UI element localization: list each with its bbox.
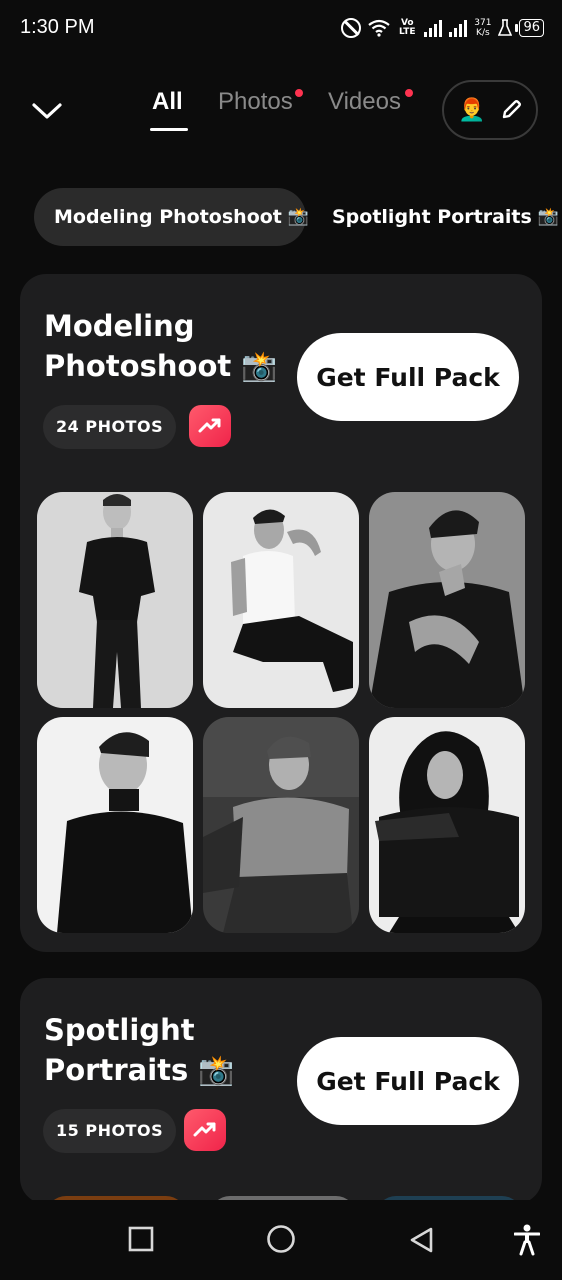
chevron-down-icon[interactable]	[30, 94, 64, 128]
trending-up-icon	[193, 1122, 216, 1137]
camera-flash-icon: 📸	[198, 1053, 235, 1087]
battery-level: 96	[523, 20, 540, 35]
do-not-disturb-icon	[341, 18, 362, 38]
net-speed-unit: K/s	[476, 28, 490, 38]
photo-thumbnail[interactable]	[203, 492, 359, 708]
chip-label: Spotlight Portraits	[332, 206, 532, 228]
photo-thumbnail[interactable]	[37, 492, 193, 708]
videos-notification-dot	[405, 89, 413, 97]
pack-title: Spotlight Portraits 📸	[44, 1010, 235, 1090]
chip-label: Modeling Photoshoot	[54, 206, 282, 228]
trending-badge	[184, 1109, 226, 1151]
recents-square-icon[interactable]	[128, 1226, 154, 1252]
net-speed-value: 371	[474, 18, 492, 28]
pack-title-line2: Portraits	[44, 1053, 189, 1087]
pack-card-modeling-photoshoot: Modeling Photoshoot 📸 24 PHOTOS Get Full…	[20, 274, 542, 952]
camera-flash-icon: 📸	[241, 349, 278, 383]
signal-2-icon	[449, 19, 468, 37]
photo-count-badge: 15 PHOTOS	[43, 1109, 177, 1153]
pencil-icon	[502, 100, 521, 119]
status-icons: Vo LTE 371 K/s 96	[341, 14, 544, 42]
chip-spotlight-portraits[interactable]: Spotlight Portraits 📸	[332, 188, 559, 246]
photo-thumbnail[interactable]	[369, 717, 525, 933]
photo-thumbnail[interactable]	[369, 492, 525, 708]
tab-photos[interactable]: Photos	[218, 88, 293, 116]
photo-count-badge: 24 PHOTOS	[43, 405, 177, 449]
photos-notification-dot	[295, 89, 303, 97]
edit-profile-button[interactable]: 👨‍🦰	[442, 80, 538, 140]
pack-title-line1: Spotlight	[44, 1013, 195, 1047]
chip-modeling-photoshoot[interactable]: Modeling Photoshoot 📸	[34, 188, 310, 246]
photo-thumbnail[interactable]	[203, 717, 359, 933]
pack-title-line1: Modeling	[44, 309, 195, 343]
tab-videos[interactable]: Videos	[328, 88, 401, 116]
camera-flash-icon: 📸	[537, 207, 559, 227]
battery-icon: 96	[515, 19, 544, 37]
get-full-pack-button[interactable]: Get Full Pack	[297, 333, 519, 421]
net-speed: 371 K/s	[474, 18, 491, 38]
pack-title-line2: Photoshoot	[44, 349, 232, 383]
avatar: 👨‍🦰	[458, 97, 486, 123]
status-time: 1:30 PM	[20, 16, 95, 38]
tab-active-indicator	[150, 128, 188, 131]
pack-card-spotlight-portraits: Spotlight Portraits 📸 15 PHOTOS Get Full…	[20, 978, 542, 1204]
photo-thumbnail[interactable]	[37, 717, 193, 933]
trending-badge	[189, 405, 231, 447]
camera-flash-icon: 📸	[287, 207, 310, 227]
tab-all[interactable]: All	[152, 88, 183, 116]
status-bar: 1:30 PM Vo LTE 371 K/s 96	[0, 0, 562, 58]
accessibility-icon[interactable]	[514, 1224, 540, 1256]
signal-1-icon	[424, 19, 443, 37]
get-full-pack-button[interactable]: Get Full Pack	[297, 1037, 519, 1125]
wifi-icon	[368, 19, 390, 37]
home-circle-icon[interactable]	[266, 1224, 296, 1254]
trending-up-icon	[198, 418, 221, 433]
flask-icon	[498, 19, 513, 36]
system-nav-bar	[0, 1200, 562, 1280]
back-triangle-icon[interactable]	[408, 1226, 434, 1254]
volte-icon: Vo LTE	[398, 18, 416, 37]
pack-title: Modeling Photoshoot 📸	[44, 306, 277, 386]
